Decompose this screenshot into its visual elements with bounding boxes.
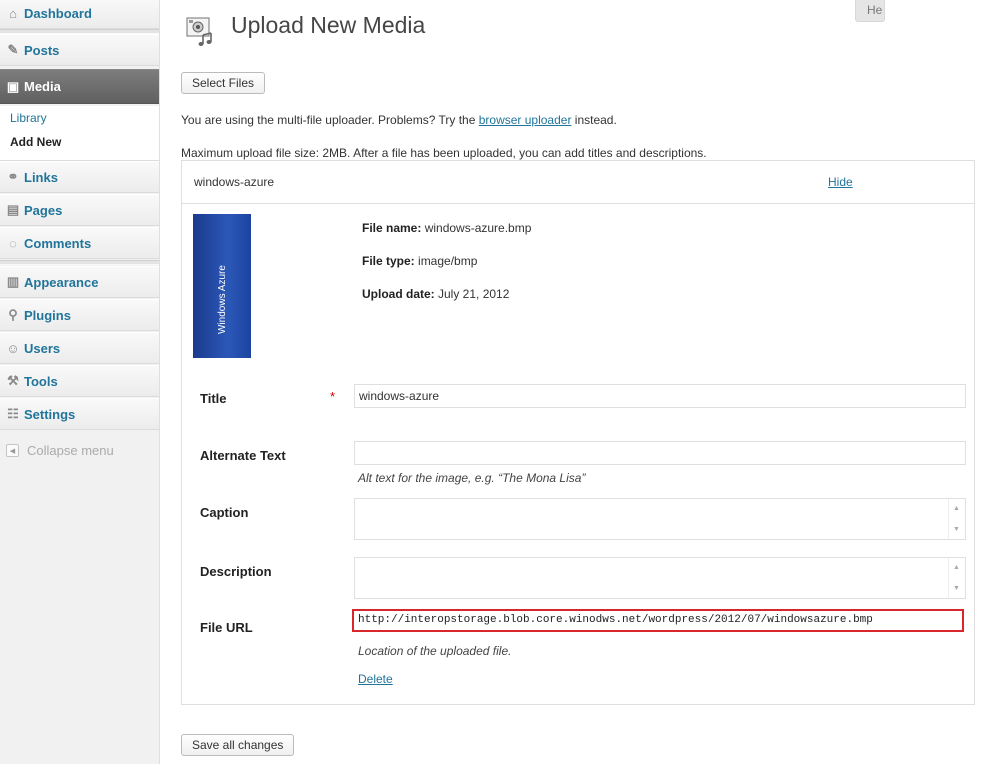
upload-date-label: Upload date: [362,287,435,301]
users-icon: ☺ [6,340,20,356]
menu-label-posts: Posts [24,42,60,58]
title-label: Title [200,391,227,406]
media-submenu: Library Add New [0,106,159,161]
menu-label-plugins: Plugins [24,307,71,323]
scroll-down-icon: ▼ [953,526,960,533]
media-page-icon [186,17,212,46]
menu-item-dashboard[interactable]: ⌂ Dashboard [0,0,159,29]
settings-icon: ☷ [7,406,19,421]
menu-item-plugins[interactable]: ⚲ Plugins [0,299,159,331]
file-type-meta: File type: image/bmp [362,254,477,268]
help-tab[interactable]: He [855,0,885,22]
file-name-label: File name: [362,221,422,235]
menu-item-posts[interactable]: ✎ Posts [0,34,159,66]
collapse-menu-button[interactable]: ◀ Collapse menu [6,443,114,458]
menu-label-media: Media [24,79,61,94]
comment-icon: ◌ [9,235,17,251]
submenu-add-new[interactable]: Add New [10,135,61,149]
file-thumbnail: Windows Azure [193,214,251,358]
menu-label-links: Links [24,169,58,185]
menu-item-users[interactable]: ☺ Users [0,332,159,364]
caption-textarea[interactable]: ▲ ▼ [354,498,966,540]
caption-label: Caption [200,505,249,520]
file-url-input[interactable]: http://interopstorage.blob.core.winodws.… [352,609,964,632]
collapse-menu-label: Collapse menu [27,443,114,458]
save-all-changes-button[interactable]: Save all changes [181,734,295,756]
tools-icon: ⚒ [7,373,19,388]
thumbnail-logo-text: Windows Azure [217,265,228,334]
file-url-hint: Location of the uploaded file. [358,644,512,658]
page-title: Upload New Media [231,12,426,38]
link-icon: ⚭ [7,169,19,184]
appearance-icon: ▥ [6,274,20,289]
browser-uploader-link[interactable]: browser uploader [479,113,572,127]
media-icon: ▣ [6,78,20,94]
file-panel-filename: windows-azure [194,175,275,189]
pin-icon: ✎ [7,42,19,57]
menu-label-pages: Pages [24,202,63,218]
uploader-notice-prefix: You are using the multi-file uploader. P… [181,113,479,127]
scroll-up-icon: ▲ [953,505,960,512]
menu-item-links[interactable]: ⚭ Links [0,161,159,193]
alt-text-hint: Alt text for the image, e.g. “The Mona L… [358,471,586,485]
uploader-notice: You are using the multi-file uploader. P… [181,113,617,127]
select-files-button[interactable]: Select Files [181,72,266,94]
hide-link[interactable]: Hide [828,175,853,189]
menu-label-comments: Comments [24,235,92,251]
file-type-label: File type: [362,254,415,268]
plugin-icon: ⚲ [8,307,18,322]
upload-date-meta: Upload date: July 21, 2012 [362,287,509,301]
menu-label-users: Users [24,340,61,356]
page-icon: ▤ [6,202,20,217]
menu-item-pages[interactable]: ▤ Pages [0,194,159,226]
upload-date-value: July 21, 2012 [434,287,510,301]
menu-item-media[interactable]: ▣ Media [0,69,159,104]
menu-item-tools[interactable]: ⚒ Tools [0,365,159,397]
scroll-down-icon: ▼ [953,585,960,592]
delete-link[interactable]: Delete [358,672,393,686]
menu-label-tools: Tools [24,373,58,389]
description-scrollbar[interactable]: ▲ ▼ [948,558,965,598]
menu-item-appearance[interactable]: ▥ Appearance [0,266,159,298]
file-name-meta: File name: windows-azure.bmp [362,221,531,235]
title-input[interactable] [354,384,966,408]
uploader-notice-suffix: instead. [571,113,617,127]
alt-text-input[interactable] [354,441,966,465]
file-type-value: image/bmp [414,254,478,268]
max-upload-notice: Maximum upload file size: 2MB. After a f… [181,146,707,160]
required-marker: * [330,389,336,404]
scroll-up-icon: ▲ [953,564,960,571]
menu-label-appearance: Appearance [24,274,99,290]
menu-item-comments[interactable]: ◌ Comments [0,227,159,259]
menu-label-settings: Settings [24,406,76,422]
description-textarea[interactable]: ▲ ▼ [354,557,966,599]
admin-sidebar: ⌂ Dashboard ✎ Posts ▣ Media Library Add … [0,0,160,764]
file-name-value: windows-azure.bmp [421,221,532,235]
file-panel-header: windows-azure Hide [182,161,974,204]
uploaded-file-panel: windows-azure Hide Windows Azure File na… [181,160,975,705]
menu-item-settings[interactable]: ☷ Settings [0,398,159,430]
home-icon: ⌂ [9,5,17,21]
description-label: Description [200,564,272,579]
menu-label-dashboard: Dashboard [24,5,92,21]
alt-text-label: Alternate Text [200,448,286,463]
caption-scrollbar[interactable]: ▲ ▼ [948,499,965,539]
file-url-label: File URL [200,620,253,635]
submenu-library[interactable]: Library [10,111,47,125]
collapse-arrow-icon: ◀ [6,444,19,457]
menu-separator [0,260,159,265]
